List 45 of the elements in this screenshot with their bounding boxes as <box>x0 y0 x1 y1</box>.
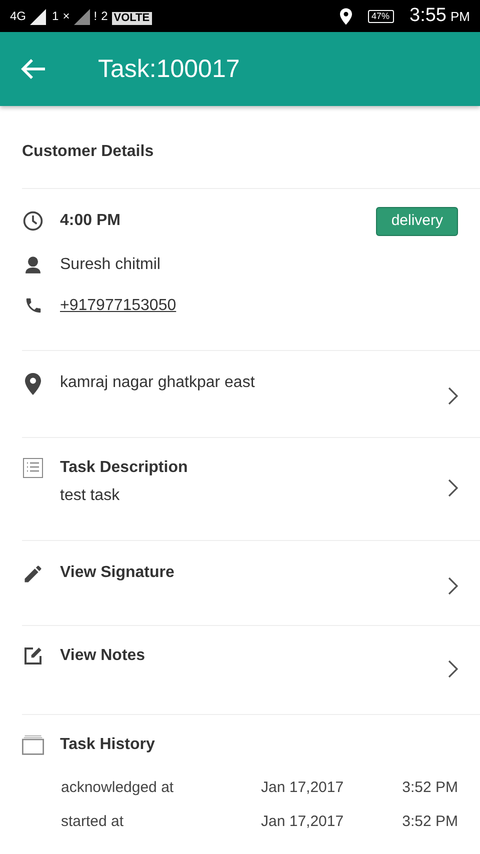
task-type-tag: delivery <box>376 207 458 236</box>
battery-indicator: 47% <box>368 10 394 22</box>
location-pin-icon <box>25 372 41 394</box>
history-time: 3:52 PM <box>402 778 458 798</box>
section-title: Task History <box>60 734 155 754</box>
history-event: acknowledged at <box>61 778 174 798</box>
detail-row[interactable]: View Signature <box>0 540 480 624</box>
sim-label: 2 <box>101 8 108 25</box>
history-time: 3:52 PM <box>402 812 458 832</box>
row-title: kamraj nagar ghatkpar east <box>60 372 255 392</box>
history-date: Jan 17,2017 <box>261 812 344 832</box>
detail-row[interactable]: Task Description test task <box>0 438 480 540</box>
chevron-right-icon <box>448 479 458 498</box>
signal-icon <box>74 9 90 25</box>
location-pin-icon <box>340 8 352 24</box>
no-data-mark: × <box>62 8 70 25</box>
alert-mark: ! <box>94 8 98 25</box>
clock-period: PM <box>450 8 470 26</box>
phone-link[interactable]: +917977153050 <box>60 294 176 318</box>
person-icon <box>23 254 43 274</box>
signal-icon <box>30 9 48 25</box>
network-type-label: 4G <box>10 8 26 25</box>
history-event: started at <box>61 812 124 832</box>
chevron-right-icon <box>448 660 458 678</box>
app-bar-title: Task:100017 <box>98 54 240 84</box>
section-title: Customer Details <box>22 142 155 162</box>
detail-row[interactable]: kamraj nagar ghatkpar east <box>0 350 480 436</box>
row-title: Task Description <box>60 458 188 478</box>
folder-icon <box>22 734 44 756</box>
customer-name: Suresh chitmil <box>60 254 160 274</box>
volte-badge: VOLTE <box>112 12 152 25</box>
clock-icon <box>22 210 44 232</box>
appointment-time: 4:00 PM <box>60 211 120 232</box>
chevron-right-icon <box>448 387 458 406</box>
row-title: View Notes <box>60 646 146 666</box>
sim-label: 1 <box>52 8 59 25</box>
clock-time: 3:55 <box>410 4 446 28</box>
edit-icon <box>23 646 43 666</box>
detail-row[interactable]: View Notes <box>0 626 480 714</box>
row-title: View Signature <box>60 562 174 582</box>
chevron-right-icon <box>448 577 458 596</box>
row-subtitle: test task <box>60 486 121 506</box>
phone-icon <box>24 296 42 315</box>
list-icon <box>23 458 43 478</box>
history-date: Jan 17,2017 <box>261 778 344 798</box>
